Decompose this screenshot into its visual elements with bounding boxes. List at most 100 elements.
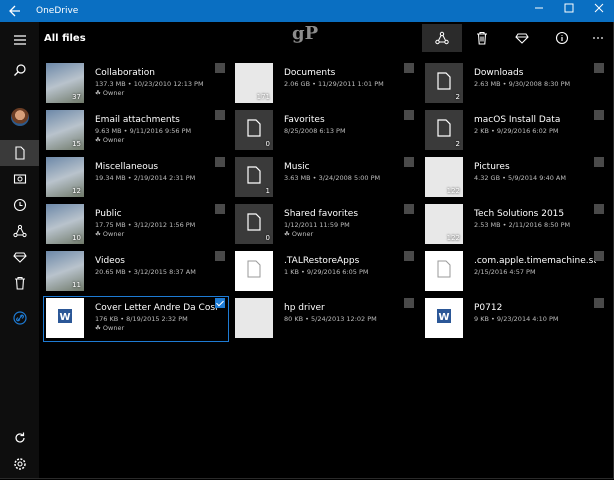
thumbnail: 12 xyxy=(46,157,84,197)
onedrive-link-icon[interactable] xyxy=(0,305,39,331)
file-name: Downloads xyxy=(474,68,524,78)
svg-text:W: W xyxy=(59,312,70,323)
owner-text: Owner xyxy=(102,324,125,332)
item-count: 1 xyxy=(265,187,270,195)
thumbnail: 37 xyxy=(46,63,84,103)
close-icon[interactable] xyxy=(584,0,614,22)
minimize-icon[interactable] xyxy=(524,0,554,22)
select-checkbox[interactable] xyxy=(404,251,414,261)
select-checkbox[interactable] xyxy=(215,63,225,73)
select-checkbox[interactable] xyxy=(594,298,604,308)
shared-person-icon: ☘ xyxy=(95,324,103,332)
shared-person-icon: ☘ xyxy=(95,230,103,238)
owner-label: ☘ Owner xyxy=(95,136,124,144)
select-checkbox[interactable] xyxy=(404,157,414,167)
back-arrow-icon[interactable] xyxy=(8,2,24,20)
file-name: Public xyxy=(95,209,122,219)
file-tile[interactable]: W Cover Letter Andre Da Costa - Di 176 KB … xyxy=(43,296,229,342)
photos-icon[interactable] xyxy=(0,166,39,192)
select-checkbox[interactable] xyxy=(594,204,604,214)
file-tile[interactable]: 122 Tech Solutions 2015 2.53 MB • 2/11/201… xyxy=(423,203,607,247)
file-tile[interactable]: 0 Shared favorites 1/12/2011 11:59 PM ☘ Own… xyxy=(233,203,417,247)
file-meta: 19.34 MB • 2/19/2014 2:31 PM xyxy=(95,174,196,182)
file-name: Pictures xyxy=(474,162,510,172)
item-count: 37 xyxy=(72,93,81,101)
file-tile[interactable]: .com.apple.timemachine.supported 2/15/201… xyxy=(423,250,607,294)
select-checkbox[interactable] xyxy=(215,110,225,120)
item-count: 11 xyxy=(72,281,81,289)
file-meta: 4.32 GB • 5/9/2014 9:40 AM xyxy=(474,174,566,182)
file-name: hp driver xyxy=(284,303,325,313)
file-tile[interactable]: .TALRestoreApps 1 KB • 9/29/2016 6:05 PM xyxy=(233,250,417,294)
thumbnail: 15 xyxy=(46,110,84,150)
word-file-icon: W xyxy=(46,298,84,338)
file-meta: 176 KB • 8/19/2015 2:32 PM xyxy=(95,315,188,323)
info-icon[interactable] xyxy=(542,24,582,52)
title-bar: OneDrive xyxy=(0,0,614,22)
settings-icon[interactable] xyxy=(0,451,39,477)
select-checkbox[interactable] xyxy=(594,251,604,261)
file-tile[interactable]: 12 Miscellaneous 19.34 MB • 2/19/2014 2:31… xyxy=(44,156,228,200)
trash-icon[interactable] xyxy=(462,24,502,52)
file-tile[interactable]: 11 Videos 20.65 MB • 3/12/2015 8:37 AM xyxy=(44,250,228,294)
select-checkbox[interactable] xyxy=(215,298,225,308)
file-tile[interactable]: 2 macOS Install Data 2 KB • 9/29/2016 6:02… xyxy=(423,109,607,153)
select-checkbox[interactable] xyxy=(404,298,414,308)
search-icon[interactable] xyxy=(0,57,39,83)
app-title: OneDrive xyxy=(36,6,79,16)
file-tile[interactable]: W P0712 9 KB • 9/23/2014 4:10 PM xyxy=(423,297,607,341)
file-name: Tech Solutions 2015 xyxy=(474,209,565,219)
recent-icon[interactable] xyxy=(0,192,39,218)
file-tile[interactable]: 0 Favorites 8/25/2008 6:13 PM xyxy=(233,109,417,153)
file-tile[interactable]: hp driver 80 KB • 5/24/2013 12:02 PM xyxy=(233,297,417,341)
watermark-logo: gP xyxy=(292,23,319,44)
file-name: .TALRestoreApps xyxy=(284,256,360,266)
file-icon xyxy=(235,251,273,291)
recycle-bin-icon[interactable] xyxy=(0,270,39,296)
file-tile[interactable]: 37 Collaboration 137.3 MB • 10/23/2010 12:… xyxy=(44,62,228,106)
file-meta: 8/25/2008 6:13 PM xyxy=(284,127,346,135)
file-tile[interactable]: 122 Pictures 4.32 GB • 5/9/2014 9:40 AM xyxy=(423,156,607,200)
file-meta: 1/12/2011 11:59 PM xyxy=(284,221,350,229)
select-checkbox[interactable] xyxy=(594,157,604,167)
item-count: 122 xyxy=(446,187,460,195)
shared-person-icon: ☘ xyxy=(95,136,103,144)
item-count: 122 xyxy=(446,234,460,242)
file-name: Documents xyxy=(284,68,336,78)
avatar[interactable] xyxy=(0,104,39,130)
more-icon[interactable] xyxy=(578,24,614,52)
file-name: Favorites xyxy=(284,115,325,125)
file-icon xyxy=(425,251,463,291)
hamburger-icon[interactable] xyxy=(0,27,39,53)
select-checkbox[interactable] xyxy=(594,110,604,120)
file-tile[interactable]: 171 Documents 2.06 GB • 11/29/2011 1:01 PM xyxy=(233,62,417,106)
select-checkbox[interactable] xyxy=(215,251,225,261)
page-title: All files xyxy=(44,33,86,44)
shared-icon[interactable] xyxy=(0,218,39,244)
maximize-icon[interactable] xyxy=(554,0,584,22)
share-icon[interactable] xyxy=(422,24,462,52)
sidebar xyxy=(0,22,39,478)
select-checkbox[interactable] xyxy=(404,63,414,73)
folder-icon: 2 xyxy=(425,63,463,103)
file-meta: 17.75 MB • 3/12/2012 1:56 PM xyxy=(95,221,196,229)
offline-download-icon[interactable] xyxy=(502,24,542,52)
files-icon[interactable] xyxy=(0,140,39,166)
offline-icon[interactable] xyxy=(0,244,39,270)
select-checkbox[interactable] xyxy=(215,157,225,167)
select-checkbox[interactable] xyxy=(404,204,414,214)
file-meta: 2.53 MB • 2/11/2016 8:50 PM xyxy=(474,221,571,229)
select-checkbox[interactable] xyxy=(404,110,414,120)
file-name: Collaboration xyxy=(95,68,155,78)
file-tile[interactable]: 15 Email attachments 9.63 MB • 9/11/2016 9… xyxy=(44,109,228,153)
file-tile[interactable]: 10 Public 17.75 MB • 3/12/2012 1:56 PM ☘ Ow… xyxy=(44,203,228,247)
owner-text: Owner xyxy=(102,89,125,97)
file-name: Shared favorites xyxy=(284,209,359,219)
file-tile[interactable]: 1 Music 3.63 MB • 3/24/2008 5:00 PM xyxy=(233,156,417,200)
file-tile[interactable]: 2 Downloads 2.63 MB • 9/30/2008 8:30 PM xyxy=(423,62,607,106)
select-checkbox[interactable] xyxy=(215,204,225,214)
sync-icon[interactable] xyxy=(0,425,39,451)
file-meta: 3.63 MB • 3/24/2008 5:00 PM xyxy=(284,174,381,182)
item-count: 2 xyxy=(455,140,460,148)
select-checkbox[interactable] xyxy=(594,63,604,73)
